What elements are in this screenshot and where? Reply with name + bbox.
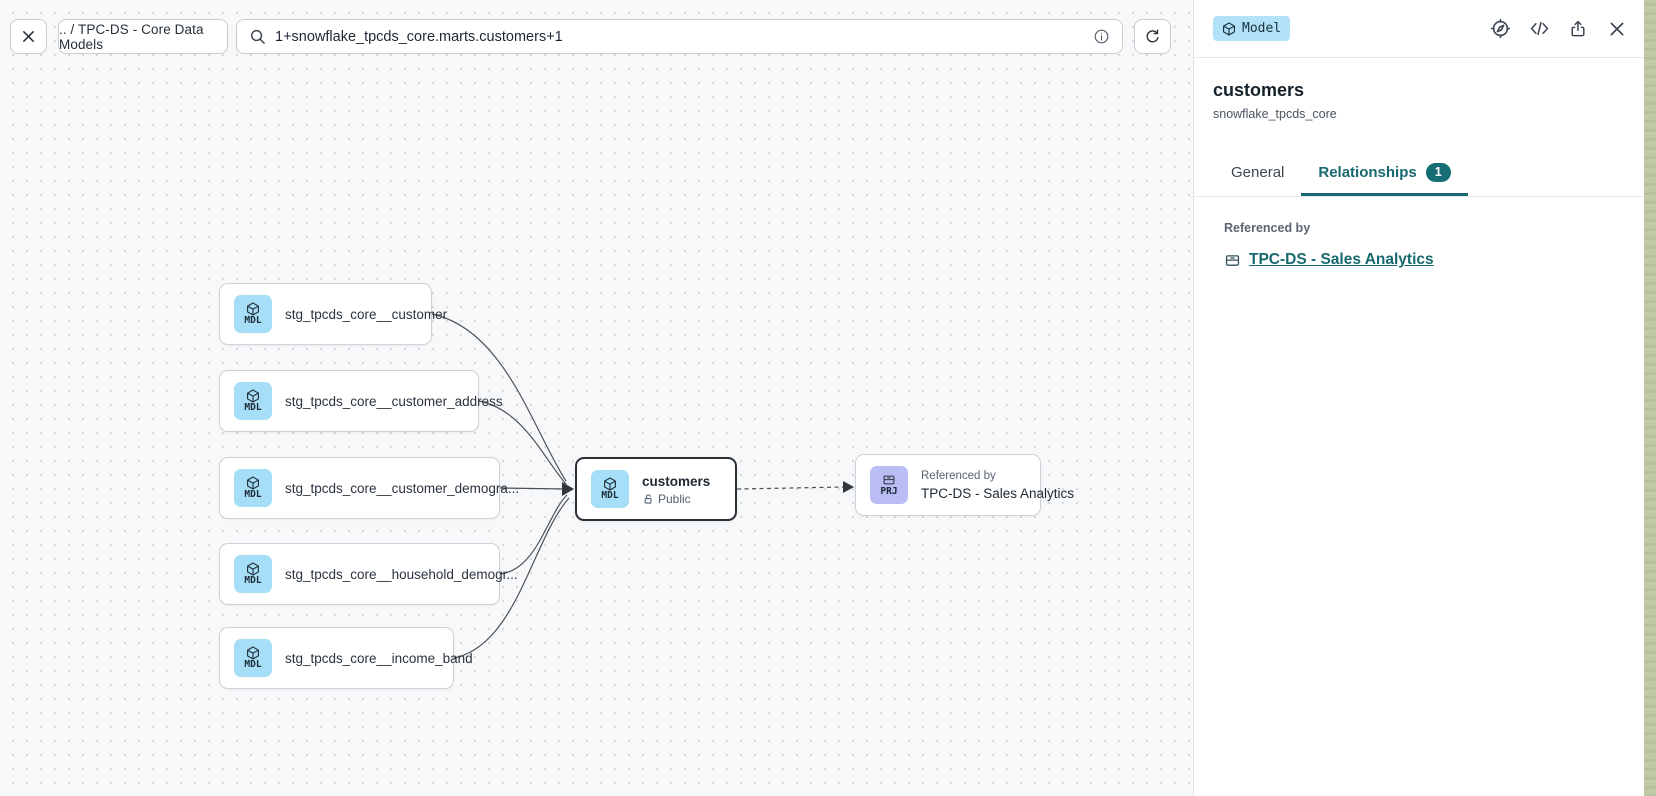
relationships-count-badge: 1 [1426,163,1451,182]
referenced-project-link[interactable]: TPC-DS - Sales Analytics [1249,251,1434,269]
lineage-node-upstream[interactable]: MDL stg_tpcds_core__income_band [219,627,454,689]
details-panel: Model customers snowflake_tpcds_core [1193,0,1644,796]
model-code-label: MDL [244,576,261,586]
model-code-label: MDL [244,490,261,500]
cube-icon [246,389,260,403]
lineage-node-upstream[interactable]: MDL stg_tpcds_core__customer_demogra... [219,457,500,519]
open-padlock-icon [642,493,654,505]
drawer-icon [1224,252,1241,269]
info-icon[interactable] [1093,28,1110,45]
lineage-node-upstream[interactable]: MDL stg_tpcds_core__household_demogr... [219,543,500,605]
breadcrumb[interactable]: .. / TPC-DS - Core Data Models [58,19,228,54]
node-title: TPC-DS - Sales Analytics [921,486,1074,501]
node-label: stg_tpcds_core__customer [285,307,447,322]
lineage-canvas[interactable]: MDL stg_tpcds_core__customer MDL stg_tpc… [0,0,1193,796]
panel-subtitle: snowflake_tpcds_core [1213,107,1625,121]
cube-icon [246,646,260,660]
node-label: stg_tpcds_core__customer_demogra... [285,481,519,496]
project-code-label: PRJ [880,487,897,497]
model-type-icon: MDL [234,555,272,593]
close-icon [1608,20,1626,38]
node-caption: Referenced by [921,469,1074,484]
lineage-node-upstream[interactable]: MDL stg_tpcds_core__customer [219,283,432,345]
lineage-node-upstream[interactable]: MDL stg_tpcds_core__customer_address [219,370,479,432]
search-icon [249,28,266,45]
tab-relationships[interactable]: Relationships 1 [1301,148,1467,196]
model-type-icon: MDL [234,382,272,420]
panel-title: customers [1213,80,1625,101]
details-panel-header: Model [1194,0,1644,58]
refresh-button[interactable] [1134,19,1171,54]
referenced-by-label: Referenced by [1224,221,1624,235]
node-label: stg_tpcds_core__household_demogr... [285,567,518,582]
search-input[interactable] [275,29,1084,45]
cube-icon [1222,22,1236,36]
panel-tabs: General Relationships 1 [1194,148,1644,197]
desktop-edge-strip [1644,0,1656,796]
model-type-icon: MDL [234,295,272,333]
relationships-tab-content: Referenced by TPC-DS - Sales Analytics [1194,197,1644,269]
share-icon [1568,19,1588,39]
node-title: customers [642,473,710,490]
model-code-label: MDL [244,403,261,413]
lineage-node-selected-customers[interactable]: MDL customers Public [575,457,737,521]
node-label: stg_tpcds_core__customer_address [285,394,503,409]
node-label: stg_tpcds_core__income_band [285,651,473,666]
share-button[interactable] [1565,16,1591,42]
model-type-icon: MDL [234,469,272,507]
cube-icon [603,477,617,491]
drawer-icon [882,473,896,487]
lineage-node-referenced-project[interactable]: PRJ Referenced by TPC-DS - Sales Analyti… [855,454,1041,516]
cube-icon [246,302,260,316]
explore-lineage-button[interactable] [1487,16,1513,42]
referenced-by-item: TPC-DS - Sales Analytics [1224,251,1624,269]
model-code-label: MDL [244,316,261,326]
app-window: MDL stg_tpcds_core__customer MDL stg_tpc… [0,0,1656,796]
model-type-badge: Model [1213,16,1290,41]
lineage-edges [0,0,1193,796]
model-code-label: MDL [244,660,261,670]
model-code-label: MDL [601,491,618,501]
cube-icon [246,476,260,490]
model-selector-search [236,19,1123,54]
model-type-icon: MDL [591,470,629,508]
project-type-icon: PRJ [870,466,908,504]
node-access: Public [642,492,710,506]
close-graph-button[interactable] [10,19,47,54]
compass-icon [1490,18,1511,39]
model-type-icon: MDL [234,639,272,677]
tab-general[interactable]: General [1214,148,1301,196]
view-code-button[interactable] [1526,16,1552,42]
close-panel-button[interactable] [1604,16,1630,42]
close-icon [21,29,36,44]
refresh-icon [1144,28,1161,45]
code-icon [1529,18,1550,39]
cube-icon [246,562,260,576]
